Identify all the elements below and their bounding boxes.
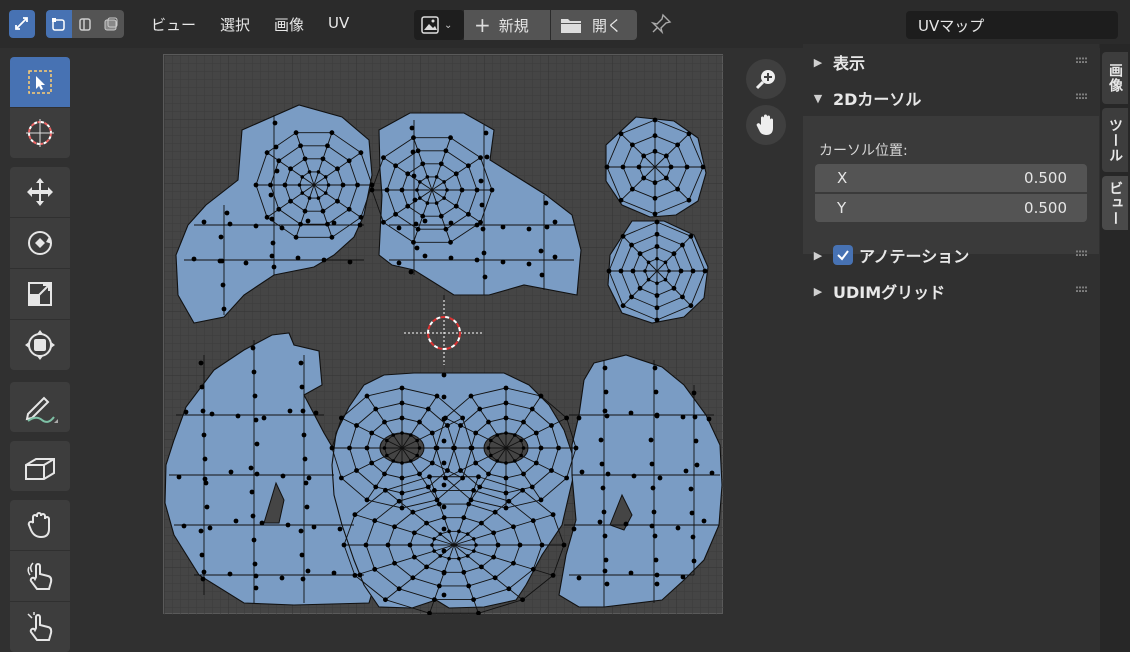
drag-grip-icon[interactable]: :::: bbox=[1075, 91, 1088, 102]
new-image-label: 新規 bbox=[498, 16, 529, 35]
cursor-y-value: 0.500 bbox=[1024, 199, 1067, 217]
image-icon bbox=[421, 16, 439, 34]
uv-sync-toggle[interactable] bbox=[9, 10, 35, 38]
pan-hand-icon bbox=[756, 114, 773, 135]
transform-icon bbox=[25, 330, 55, 360]
cursor-x-label: X bbox=[837, 169, 848, 187]
folder-icon bbox=[561, 19, 581, 33]
edge-mode-icon bbox=[79, 18, 91, 31]
select-mode-group bbox=[46, 10, 124, 38]
tool-grab[interactable] bbox=[10, 500, 70, 550]
rotate-icon bbox=[28, 231, 52, 255]
menu-image[interactable]: 画像 bbox=[274, 14, 304, 35]
cursor-icon bbox=[26, 119, 54, 147]
tool-annotate[interactable] bbox=[10, 382, 70, 432]
zoom-button[interactable] bbox=[746, 59, 786, 99]
panel-2d-cursor-title: 2Dカーソル bbox=[833, 90, 922, 109]
zoom-magnifier-icon bbox=[755, 70, 775, 90]
open-image-button[interactable]: 開く bbox=[551, 10, 637, 40]
relax-hand-icon bbox=[27, 562, 53, 590]
scale-icon bbox=[28, 282, 52, 306]
tool-move[interactable] bbox=[10, 167, 70, 217]
panel-annotation-header[interactable]: ▶ アノテーション :::: bbox=[803, 237, 1099, 273]
plus-icon: + bbox=[474, 13, 491, 37]
tab-image-label: 画像 bbox=[1107, 63, 1123, 93]
tool-relax[interactable] bbox=[10, 551, 70, 601]
pinch-hand-icon bbox=[27, 612, 53, 641]
select-box-icon bbox=[28, 70, 52, 94]
face-mode-icon bbox=[104, 17, 118, 31]
tool-select-box[interactable] bbox=[10, 57, 70, 107]
cursor-x-value: 0.500 bbox=[1024, 169, 1067, 187]
edge-select-mode-button[interactable] bbox=[72, 10, 98, 38]
panel-2d-cursor-body: カーソル位置: X 0.500 Y 0.500 bbox=[803, 116, 1099, 254]
drag-grip-icon[interactable]: :::: bbox=[1075, 248, 1088, 259]
sidebar-tabs: 画像 ツール ビュー bbox=[1100, 44, 1130, 652]
sync-arrows-icon bbox=[15, 17, 28, 30]
annotate-pencil-icon bbox=[25, 396, 58, 423]
open-image-label: 開く bbox=[592, 16, 623, 35]
vertex-mode-icon bbox=[52, 18, 65, 31]
pan-button[interactable] bbox=[746, 105, 786, 145]
cursor-x-field[interactable]: X 0.500 bbox=[815, 164, 1087, 192]
tool-scale[interactable] bbox=[10, 269, 70, 319]
collapsed-triangle-icon: ▶ bbox=[813, 248, 823, 262]
move-icon bbox=[27, 178, 53, 206]
tool-cursor[interactable] bbox=[10, 108, 70, 158]
panel-2d-cursor-header[interactable]: ▼ 2Dカーソル :::: bbox=[803, 80, 1099, 116]
expanded-triangle-icon: ▼ bbox=[813, 91, 823, 105]
face-select-mode-button[interactable] bbox=[98, 10, 124, 38]
rip-region-icon bbox=[25, 458, 55, 480]
tab-view[interactable]: ビュー bbox=[1102, 176, 1128, 230]
tool-rotate[interactable] bbox=[10, 218, 70, 268]
panel-udim-header[interactable]: ▶ UDIMグリッド :::: bbox=[803, 273, 1099, 309]
header: ビュー 選択 画像 UV ⌄ + 新規 開く UVマップ bbox=[0, 0, 1130, 48]
menu-select[interactable]: 選択 bbox=[220, 14, 250, 35]
cursor-y-field[interactable]: Y 0.500 bbox=[815, 194, 1087, 222]
pin-icon[interactable] bbox=[650, 13, 672, 39]
uv-map-name: UVマップ bbox=[918, 16, 985, 35]
drag-grip-icon[interactable]: :::: bbox=[1075, 55, 1088, 66]
drag-grip-icon[interactable]: :::: bbox=[1075, 284, 1088, 295]
tab-image[interactable]: 画像 bbox=[1102, 52, 1128, 104]
tool-rip-region[interactable] bbox=[10, 441, 70, 491]
checkmark-icon bbox=[837, 250, 849, 261]
tool-pinch[interactable] bbox=[10, 602, 70, 652]
annotation-checkbox[interactable] bbox=[833, 245, 853, 265]
toolbar bbox=[0, 48, 80, 652]
tab-tool-label: ツール bbox=[1107, 117, 1123, 163]
tab-view-label: ビュー bbox=[1107, 180, 1123, 226]
panel-udim-title: UDIMグリッド bbox=[833, 283, 946, 302]
uv-editor-viewport[interactable] bbox=[163, 54, 786, 615]
panel-annotation-title: アノテーション bbox=[859, 247, 970, 266]
uv-map-selector[interactable]: UVマップ bbox=[906, 11, 1118, 39]
new-image-button[interactable]: + 新規 bbox=[464, 10, 550, 40]
chevron-down-icon: ⌄ bbox=[444, 19, 453, 31]
sidebar-panel: ▶ 表示 :::: ▼ 2Dカーソル :::: カーソル位置: X 0.500 … bbox=[803, 44, 1099, 652]
image-browse-dropdown[interactable]: ⌄ bbox=[414, 10, 464, 40]
tab-tool[interactable]: ツール bbox=[1102, 108, 1128, 172]
panel-display-header[interactable]: ▶ 表示 :::: bbox=[803, 44, 1099, 80]
menu-uv[interactable]: UV bbox=[328, 14, 349, 32]
vertex-select-mode-button[interactable] bbox=[46, 10, 72, 38]
grab-hand-icon bbox=[27, 512, 50, 539]
menu-view[interactable]: ビュー bbox=[151, 14, 196, 35]
tool-transform[interactable] bbox=[10, 320, 70, 370]
uv-canvas[interactable] bbox=[164, 55, 724, 615]
collapsed-triangle-icon: ▶ bbox=[813, 55, 823, 69]
panel-display-title: 表示 bbox=[833, 54, 866, 73]
cursor-y-label: Y bbox=[837, 199, 847, 217]
collapsed-triangle-icon: ▶ bbox=[813, 284, 823, 298]
cursor-location-label: カーソル位置: bbox=[819, 143, 908, 159]
